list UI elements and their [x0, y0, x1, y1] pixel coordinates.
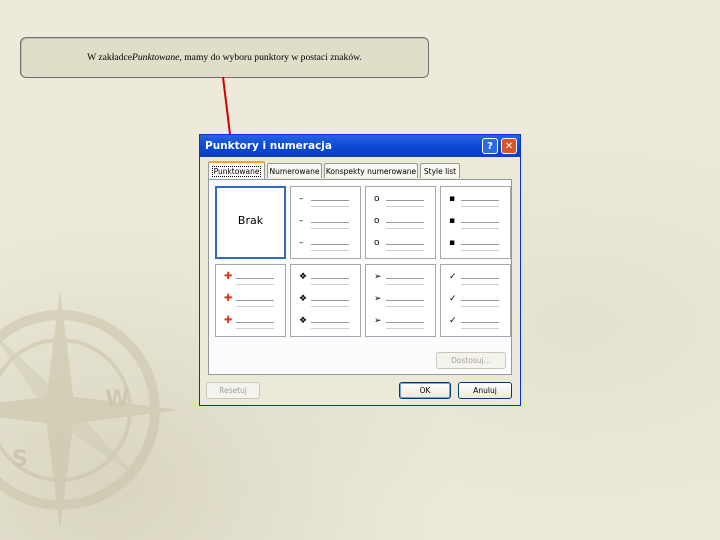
text-line: [461, 278, 499, 279]
text-line: [236, 322, 274, 323]
text-line: [386, 306, 424, 307]
text-line: [461, 206, 499, 207]
text-line: [461, 200, 499, 201]
text-line: [311, 328, 349, 329]
text-line: [386, 244, 424, 245]
bullet-glyph: o: [374, 238, 380, 248]
bullets-numbering-dialog: Punktory i numeracja ? ✕ Punktowane Nume…: [199, 134, 521, 406]
tab-punktowane[interactable]: Punktowane: [208, 161, 265, 179]
tab-label: Style list: [423, 166, 457, 176]
close-icon[interactable]: ✕: [501, 138, 517, 154]
bullet-option-circle[interactable]: o o o: [365, 186, 436, 259]
text-line: [461, 244, 499, 245]
text-line: [386, 322, 424, 323]
cancel-label: Anuluj: [473, 386, 497, 395]
bullet-option-square[interactable]: ▪ ▪ ▪: [440, 186, 511, 259]
bullet-glyph: ➢: [374, 294, 382, 304]
bullet-glyph: o: [374, 194, 380, 204]
dialog-titlebar[interactable]: Punktory i numeracja: [200, 135, 520, 157]
text-line: [311, 284, 349, 285]
bullet-gallery-panel: Brak – – – o o o ▪ ▪ ▪ ✚ ✚ ✚ ❖ ❖ ❖ ➢ ➢ ➢ ✓ ✓ ✓: [208, 179, 512, 375]
text-line: [461, 328, 499, 329]
text-line: [311, 278, 349, 279]
ok-label: OK: [419, 386, 431, 395]
bullet-glyph: ▪: [449, 216, 456, 226]
text-line: [236, 306, 274, 307]
text-line: [461, 222, 499, 223]
dialog-title: Punktory i numeracja: [205, 140, 332, 152]
text-line: [386, 228, 424, 229]
text-line: [236, 284, 274, 285]
text-line: [311, 228, 349, 229]
text-line: [236, 278, 274, 279]
bullet-glyph: ❖: [299, 294, 308, 304]
text-line: [386, 206, 424, 207]
customize-label: Dostosuj...: [451, 356, 491, 365]
bullet-option-dash[interactable]: – – –: [290, 186, 361, 259]
question-icon[interactable]: ?: [482, 138, 498, 154]
reset-label: Resetuj: [219, 386, 247, 395]
ok-button[interactable]: OK: [399, 382, 451, 399]
text-line: [461, 250, 499, 251]
bullet-option-arrowhead[interactable]: ➢ ➢ ➢: [365, 264, 436, 337]
bullet-glyph: ✓: [449, 272, 457, 282]
reset-button[interactable]: Resetuj: [206, 382, 260, 399]
text-line: [386, 222, 424, 223]
text-line: [461, 322, 499, 323]
tab-label: Konspekty numerowane: [325, 166, 417, 176]
bullet-glyph: –: [299, 194, 304, 204]
text-line: [461, 284, 499, 285]
text-line: [311, 300, 349, 301]
bullet-glyph: ✓: [449, 294, 457, 304]
text-line: [311, 200, 349, 201]
bullet-option-diamond[interactable]: ❖ ❖ ❖: [290, 264, 361, 337]
text-line: [461, 306, 499, 307]
text-line: [386, 284, 424, 285]
text-line: [386, 328, 424, 329]
text-line: [311, 306, 349, 307]
bullet-glyph: ✚: [224, 315, 233, 326]
cancel-button[interactable]: Anuluj: [458, 382, 512, 399]
bullet-glyph: –: [299, 216, 304, 226]
text-line: [311, 222, 349, 223]
bullet-glyph: ❖: [299, 272, 308, 282]
text-line: [386, 250, 424, 251]
bullet-option-checkmark[interactable]: ✓ ✓ ✓: [440, 264, 511, 337]
text-line: [236, 300, 274, 301]
bullet-glyph: ➢: [374, 316, 382, 326]
bullet-glyph: ❖: [299, 316, 308, 326]
tab-style-list[interactable]: Style list: [420, 163, 460, 178]
none-label: Brak: [237, 214, 264, 227]
text-line: [461, 300, 499, 301]
text-line: [236, 328, 274, 329]
customize-button[interactable]: Dostosuj...: [436, 352, 506, 369]
bullet-glyph: ▪: [449, 194, 456, 204]
tab-numerowane[interactable]: Numerowane: [267, 163, 322, 178]
bullet-glyph: ✚: [224, 271, 233, 282]
bullet-glyph: ✓: [449, 316, 457, 326]
bullet-glyph: ✚: [224, 293, 233, 304]
bullet-glyph: ▪: [449, 238, 456, 248]
bullet-glyph: o: [374, 216, 380, 226]
text-line: [386, 200, 424, 201]
text-line: [386, 300, 424, 301]
bullet-option-none[interactable]: Brak: [215, 186, 286, 259]
bullet-glyph: –: [299, 238, 304, 248]
tab-konspekty-numerowane[interactable]: Konspekty numerowane: [324, 163, 418, 178]
text-line: [311, 250, 349, 251]
text-line: [311, 206, 349, 207]
text-line: [311, 322, 349, 323]
text-line: [461, 228, 499, 229]
tab-label: Numerowane: [269, 166, 320, 176]
text-line: [311, 244, 349, 245]
bullet-option-picture[interactable]: ✚ ✚ ✚: [215, 264, 286, 337]
text-line: [386, 278, 424, 279]
bullet-glyph: ➢: [374, 272, 382, 282]
tab-label: Punktowane: [211, 165, 262, 177]
